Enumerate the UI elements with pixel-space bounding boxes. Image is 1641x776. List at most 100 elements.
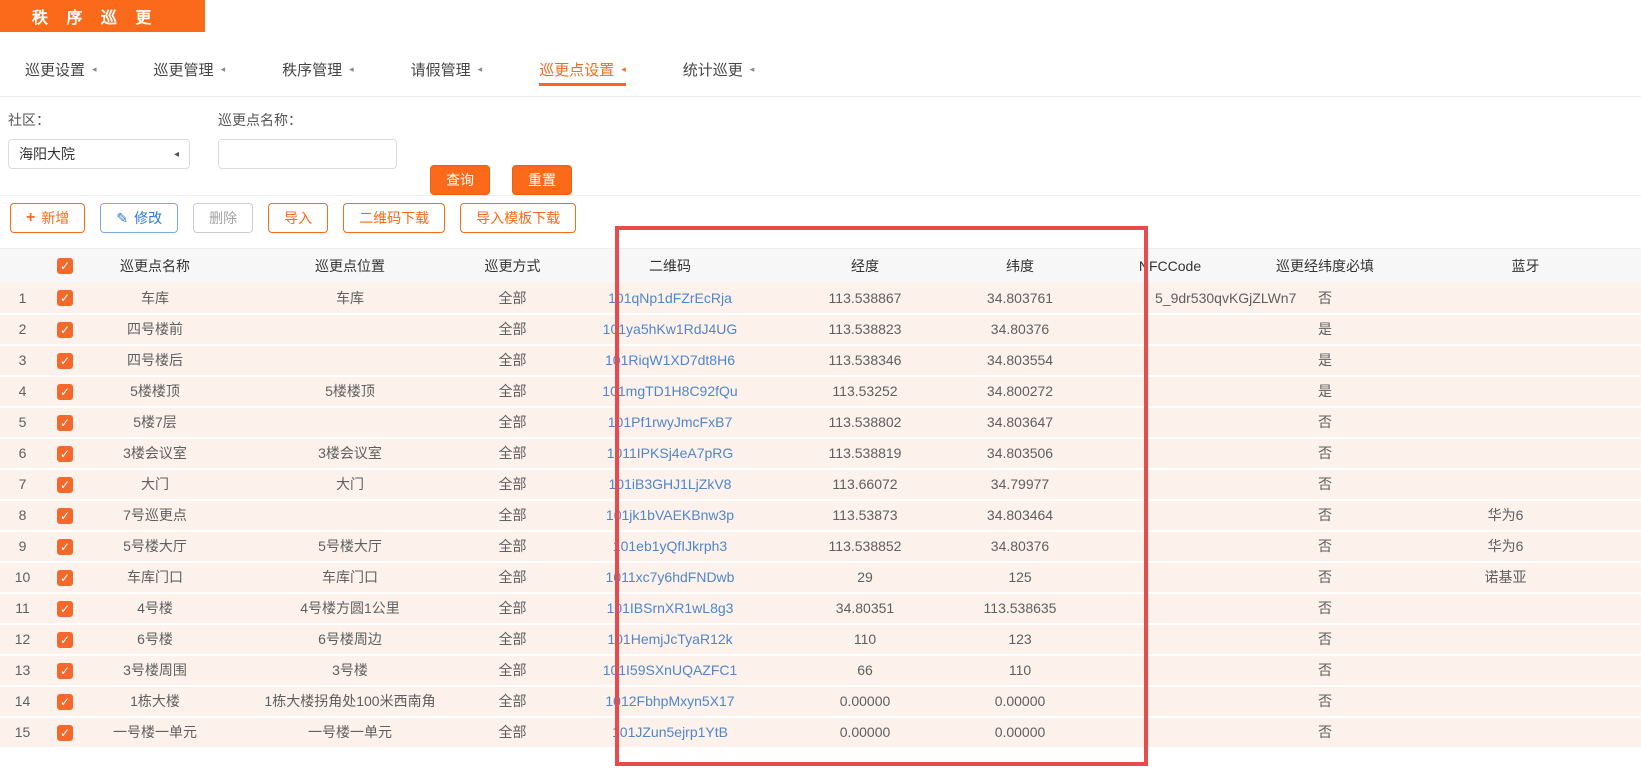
select-all-checkbox[interactable] xyxy=(57,258,73,274)
cell-method: 全部 xyxy=(475,624,550,655)
qr-code-link[interactable]: 101Pf1rwyJmcFxB7 xyxy=(608,414,732,430)
tab-order-management[interactable]: 秩序管理 xyxy=(282,59,354,80)
row-checkbox[interactable] xyxy=(57,290,73,306)
cell-nfc xyxy=(1100,500,1240,531)
cell-row-number: 4 xyxy=(0,376,45,407)
row-checkbox[interactable] xyxy=(57,570,73,586)
header-method: 巡更方式 xyxy=(475,249,550,283)
cell-checkbox xyxy=(45,593,85,624)
cell-location: 1栋大楼拐角处100米西南角 xyxy=(225,686,475,717)
reset-button[interactable]: 重置 xyxy=(512,165,572,195)
add-button[interactable]: 新增 xyxy=(10,203,85,233)
row-checkbox[interactable] xyxy=(57,694,73,710)
import-button-label: 导入 xyxy=(284,208,312,228)
cell-required: 否 xyxy=(1240,500,1410,531)
row-checkbox[interactable] xyxy=(57,384,73,400)
qr-code-link[interactable]: 101IBSrnXR1wL8g3 xyxy=(607,600,734,616)
qr-code-link[interactable]: 101JZun5ejrp1YtB xyxy=(612,724,728,740)
cell-checkbox xyxy=(45,686,85,717)
cell-method: 全部 xyxy=(475,438,550,469)
cell-longitude: 113.66072 xyxy=(790,469,940,500)
cell-name: 四号楼前 xyxy=(85,314,225,345)
cell-location: 5号楼大厅 xyxy=(225,531,475,562)
row-checkbox[interactable] xyxy=(57,632,73,648)
qr-code-link[interactable]: 1011IPKSj4eA7pRG xyxy=(607,445,734,461)
cell-location: 一号楼一单元 xyxy=(225,717,475,748)
cell-name: 车库门口 xyxy=(85,562,225,593)
tab-leave-management[interactable]: 请假管理 xyxy=(411,59,483,80)
import-button[interactable]: 导入 xyxy=(268,203,328,233)
header-latitude: 纬度 xyxy=(940,249,1100,283)
delete-button[interactable]: 删除 xyxy=(193,203,253,233)
cell-row-number: 14 xyxy=(0,686,45,717)
qr-code-link[interactable]: 101iB3GHJ1LjZkV8 xyxy=(609,476,732,492)
tab-label: 巡更点设置 xyxy=(539,59,614,80)
qr-code-link[interactable]: 1011xc7y6hdFNDwb xyxy=(606,569,735,585)
cell-latitude: 34.80376 xyxy=(940,531,1100,562)
table-row: 63楼会议室3楼会议室全部1011IPKSj4eA7pRG113.5388193… xyxy=(0,438,1641,469)
row-checkbox[interactable] xyxy=(57,322,73,338)
point-name-input[interactable] xyxy=(218,139,397,169)
cell-qr: 101JZun5ejrp1YtB xyxy=(550,717,790,748)
tab-statistics-patrol[interactable]: 统计巡更 xyxy=(683,59,755,80)
toolbar: 新增 修改 删除 导入 二维码下载 导入模板下载 xyxy=(0,196,1641,248)
tab-label: 巡更设置 xyxy=(25,59,85,80)
tab-label: 巡更管理 xyxy=(154,59,214,80)
row-checkbox[interactable] xyxy=(57,725,73,741)
qr-code-link[interactable]: 101I59SXnUQAZFC1 xyxy=(603,662,738,678)
qr-download-button[interactable]: 二维码下载 xyxy=(343,203,445,233)
cell-bluetooth xyxy=(1410,345,1641,376)
row-checkbox[interactable] xyxy=(57,477,73,493)
cell-longitude: 110 xyxy=(790,624,940,655)
qr-code-link[interactable]: 101eb1yQfIJkrph3 xyxy=(613,538,727,554)
cell-row-number: 2 xyxy=(0,314,45,345)
cell-bluetooth: 华为6 xyxy=(1410,531,1641,562)
cell-latitude: 34.80376 xyxy=(940,314,1100,345)
cell-name: 1栋大楼 xyxy=(85,686,225,717)
header-longitude: 经度 xyxy=(790,249,940,283)
cell-qr: 101jk1bVAEKBnw3p xyxy=(550,500,790,531)
edit-button[interactable]: 修改 xyxy=(100,203,178,233)
cell-required: 否 xyxy=(1240,469,1410,500)
tab-patrol-settings[interactable]: 巡更设置 xyxy=(25,59,97,80)
tab-patrol-management[interactable]: 巡更管理 xyxy=(154,59,226,80)
row-checkbox[interactable] xyxy=(57,539,73,555)
cell-latitude: 0.00000 xyxy=(940,686,1100,717)
cell-qr: 101RiqW1XD7dt8H6 xyxy=(550,345,790,376)
row-checkbox[interactable] xyxy=(57,415,73,431)
cell-checkbox xyxy=(45,283,85,314)
cell-checkbox xyxy=(45,469,85,500)
header-nfc-code: NFCCode xyxy=(1100,249,1240,283)
cell-nfc xyxy=(1100,438,1240,469)
qr-code-link[interactable]: 101HemjJcTyaR12k xyxy=(607,631,732,647)
cell-row-number: 1 xyxy=(0,283,45,314)
qr-code-link[interactable]: 101ya5hKw1RdJ4UG xyxy=(603,321,738,337)
row-checkbox[interactable] xyxy=(57,446,73,462)
qr-code-link[interactable]: 101jk1bVAEKBnw3p xyxy=(606,507,734,523)
cell-bluetooth xyxy=(1410,376,1641,407)
row-checkbox[interactable] xyxy=(57,601,73,617)
cell-nfc xyxy=(1100,624,1240,655)
community-label: 社区： xyxy=(8,110,190,130)
qr-code-link[interactable]: 101RiqW1XD7dt8H6 xyxy=(605,352,735,368)
cell-bluetooth: 诺基亚 xyxy=(1410,562,1641,593)
community-select[interactable]: 海阳大院 xyxy=(8,139,190,169)
cell-nfc xyxy=(1100,686,1240,717)
row-checkbox[interactable] xyxy=(57,353,73,369)
cell-longitude: 0.00000 xyxy=(790,717,940,748)
row-checkbox[interactable] xyxy=(57,508,73,524)
cell-row-number: 7 xyxy=(0,469,45,500)
row-checkbox[interactable] xyxy=(57,663,73,679)
qr-download-button-label: 二维码下载 xyxy=(359,208,429,228)
tab-patrol-point-settings[interactable]: 巡更点设置 xyxy=(539,59,626,86)
qr-code-link[interactable]: 1012FbhpMxyn5X17 xyxy=(605,693,734,709)
qr-code-link[interactable]: 101mgTD1H8C92fQu xyxy=(602,383,737,399)
qr-code-link[interactable]: 101qNp1dFZrEcRja xyxy=(608,290,732,306)
cell-checkbox xyxy=(45,500,85,531)
cell-name: 大门 xyxy=(85,469,225,500)
cell-method: 全部 xyxy=(475,314,550,345)
cell-qr: 101iB3GHJ1LjZkV8 xyxy=(550,469,790,500)
template-download-button[interactable]: 导入模板下载 xyxy=(460,203,576,233)
cell-method: 全部 xyxy=(475,500,550,531)
search-button[interactable]: 查询 xyxy=(430,165,490,195)
